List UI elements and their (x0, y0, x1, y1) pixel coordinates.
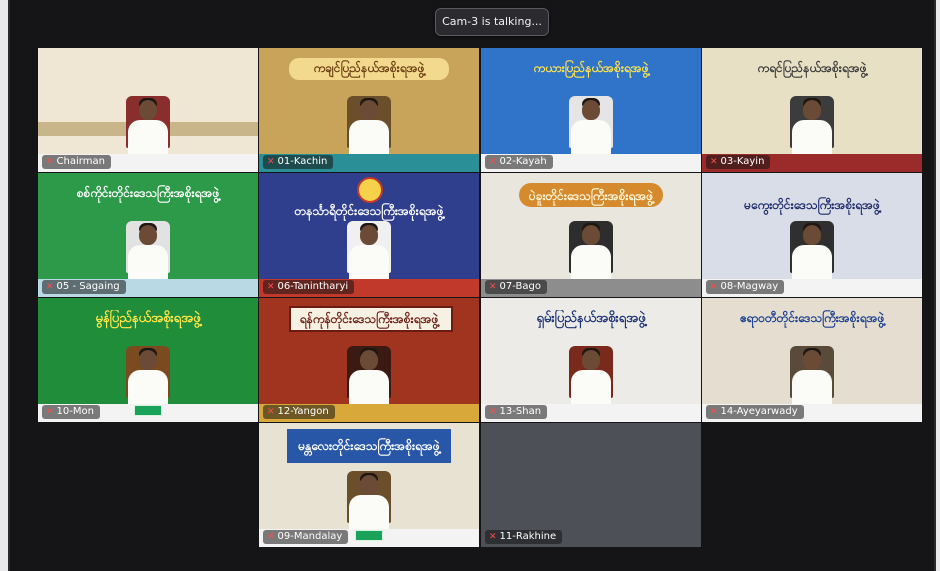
mic-icon: ✕ (46, 282, 54, 292)
video-tile-kachin[interactable]: ကချင်ပြည်နယ်အစိုးရအဖွဲ့ ✕ 01-Kachin (259, 48, 479, 172)
participant-figure (563, 90, 619, 158)
video-tile-magway[interactable]: မကွေးတိုင်းဒေသကြီးအစိုးရအဖွဲ့ ✕ 08-Magway (702, 173, 922, 297)
participant-label: ✕ 08-Magway (706, 280, 785, 294)
participant-figure (341, 215, 397, 283)
video-tile-tanintharyi[interactable]: တနင်္သာရီတိုင်းဒေသကြီးအစိုးရအဖွဲ့ ✕ 06-Ta… (259, 173, 479, 297)
mic-icon: ✕ (489, 282, 497, 292)
mic-icon: ✕ (489, 407, 497, 417)
office-banner: ကချင်ပြည်နယ်အစိုးရအဖွဲ့ (313, 61, 425, 75)
mic-icon: ✕ (267, 282, 275, 292)
participant-label: ✕ 02-Kayah (485, 155, 553, 169)
participant-figure (120, 90, 176, 158)
mic-icon: ✕ (267, 407, 275, 417)
name-plaque (355, 530, 383, 541)
participant-label: ✕ 13-Shan (485, 405, 548, 419)
video-tile-ayeyarwady[interactable]: ဧရာဝတီတိုင်းဒေသကြီးအစိုးရအဖွဲ့ ✕ 14-Ayeya… (702, 298, 922, 422)
participant-label: ✕ Chairman (42, 155, 111, 169)
office-banner: စစ်ကိုင်းတိုင်းဒေသကြီးအစိုးရအဖွဲ့ (76, 186, 220, 200)
mic-icon: ✕ (489, 532, 497, 542)
office-banner: မွန်ပြည်နယ်အစိုးရအဖွဲ့ (95, 311, 201, 326)
video-tile-shan[interactable]: ရှမ်းပြည်နယ်အစိုးရအဖွဲ့ ✕ 13-Shan (481, 298, 701, 422)
participant-label: ✕ 05 - Sagaing (42, 280, 126, 294)
video-tile-rakhine[interactable]: ✕ 11-Rakhine (481, 423, 701, 547)
participant-figure (784, 90, 840, 158)
mic-icon: ✕ (46, 407, 54, 417)
mic-icon: ✕ (710, 282, 718, 292)
video-tile-kayin[interactable]: ကရင်ပြည်နယ်အစိုးရအဖွဲ့ ✕ 03-Kayin (702, 48, 922, 172)
participant-label: ✕ 09-Mandalay (263, 530, 349, 544)
participant-figure (563, 340, 619, 408)
video-tile-sagaing[interactable]: စစ်ကိုင်းတိုင်းဒေသကြီးအစိုးရအဖွဲ့ ✕ 05 - … (38, 173, 258, 297)
office-banner: ကယားပြည်နယ်အစိုးရအဖွဲ့ (533, 61, 649, 75)
mic-icon: ✕ (267, 157, 275, 167)
participant-figure (120, 215, 176, 283)
office-banner: ပဲခူးတိုင်းဒေသကြီးအစိုးရအဖွဲ့ (528, 189, 654, 203)
office-banner: မန္တလေးတိုင်းဒေသကြီးအစိုးရအဖွဲ့ (298, 439, 440, 453)
participant-label: ✕ 03-Kayin (706, 155, 771, 169)
office-banner: ကရင်ပြည်နယ်အစိုးရအဖွဲ့ (757, 61, 867, 75)
office-banner: မကွေးတိုင်းဒေသကြီးအစိုးရအဖွဲ့ (744, 198, 880, 212)
participant-label: ✕ 10-Mon (42, 405, 100, 419)
mic-icon: ✕ (710, 157, 718, 167)
mic-icon: ✕ (46, 157, 54, 167)
mic-icon: ✕ (489, 157, 497, 167)
participant-figure (341, 340, 397, 408)
participant-label: ✕ 06-Tanintharyi (263, 280, 355, 294)
name-plaque (134, 405, 162, 416)
office-banner: ဧရာဝတီတိုင်းဒေသကြီးအစိုးရအဖွဲ့ (739, 311, 885, 325)
video-tile-bago[interactable]: ပဲခူးတိုင်းဒေသကြီးအစိုးရအဖွဲ့ ✕ 07-Bago (481, 173, 701, 297)
participant-label: ✕ 01-Kachin (263, 155, 334, 169)
video-tile-mon[interactable]: မွန်ပြည်နယ်အစိုးရအဖွဲ့ ✕ 10-Mon (38, 298, 258, 422)
participant-label: ✕ 14-Ayeyarwady (706, 405, 804, 419)
video-tile-mandalay[interactable]: မန္တလေးတိုင်းဒေသကြီးအစိုးရအဖွဲ့ ✕ 09-Mand… (259, 423, 479, 547)
office-banner: ရန်ကုန်တိုင်းဒေသကြီးအစိုးရအဖွဲ့ (299, 312, 439, 326)
mic-icon: ✕ (710, 407, 718, 417)
video-tile-chairman[interactable]: ✕ Chairman (38, 48, 258, 172)
participant-label: ✕ 12-Yangon (263, 405, 335, 419)
participant-figure (341, 465, 397, 533)
participant-figure (563, 215, 619, 283)
emblem-icon (357, 177, 383, 203)
office-banner: ရှမ်းပြည်နယ်အစိုးရအဖွဲ့ (536, 311, 646, 326)
participant-figure (120, 340, 176, 408)
video-tile-kayah[interactable]: ကယားပြည်နယ်အစိုးရအဖွဲ့ ✕ 02-Kayah (481, 48, 701, 172)
participant-label: ✕ 07-Bago (485, 280, 547, 294)
participant-figure (784, 340, 840, 408)
talking-notification: Cam-3 is talking... (435, 8, 549, 36)
participant-figure (341, 90, 397, 158)
mic-icon: ✕ (267, 532, 275, 542)
participant-figure (784, 215, 840, 283)
video-tile-yangon[interactable]: ရန်ကုန်တိုင်းဒေသကြီးအစိုးရအဖွဲ့ ✕ 12-Yang… (259, 298, 479, 422)
participant-label: ✕ 11-Rakhine (485, 530, 563, 544)
